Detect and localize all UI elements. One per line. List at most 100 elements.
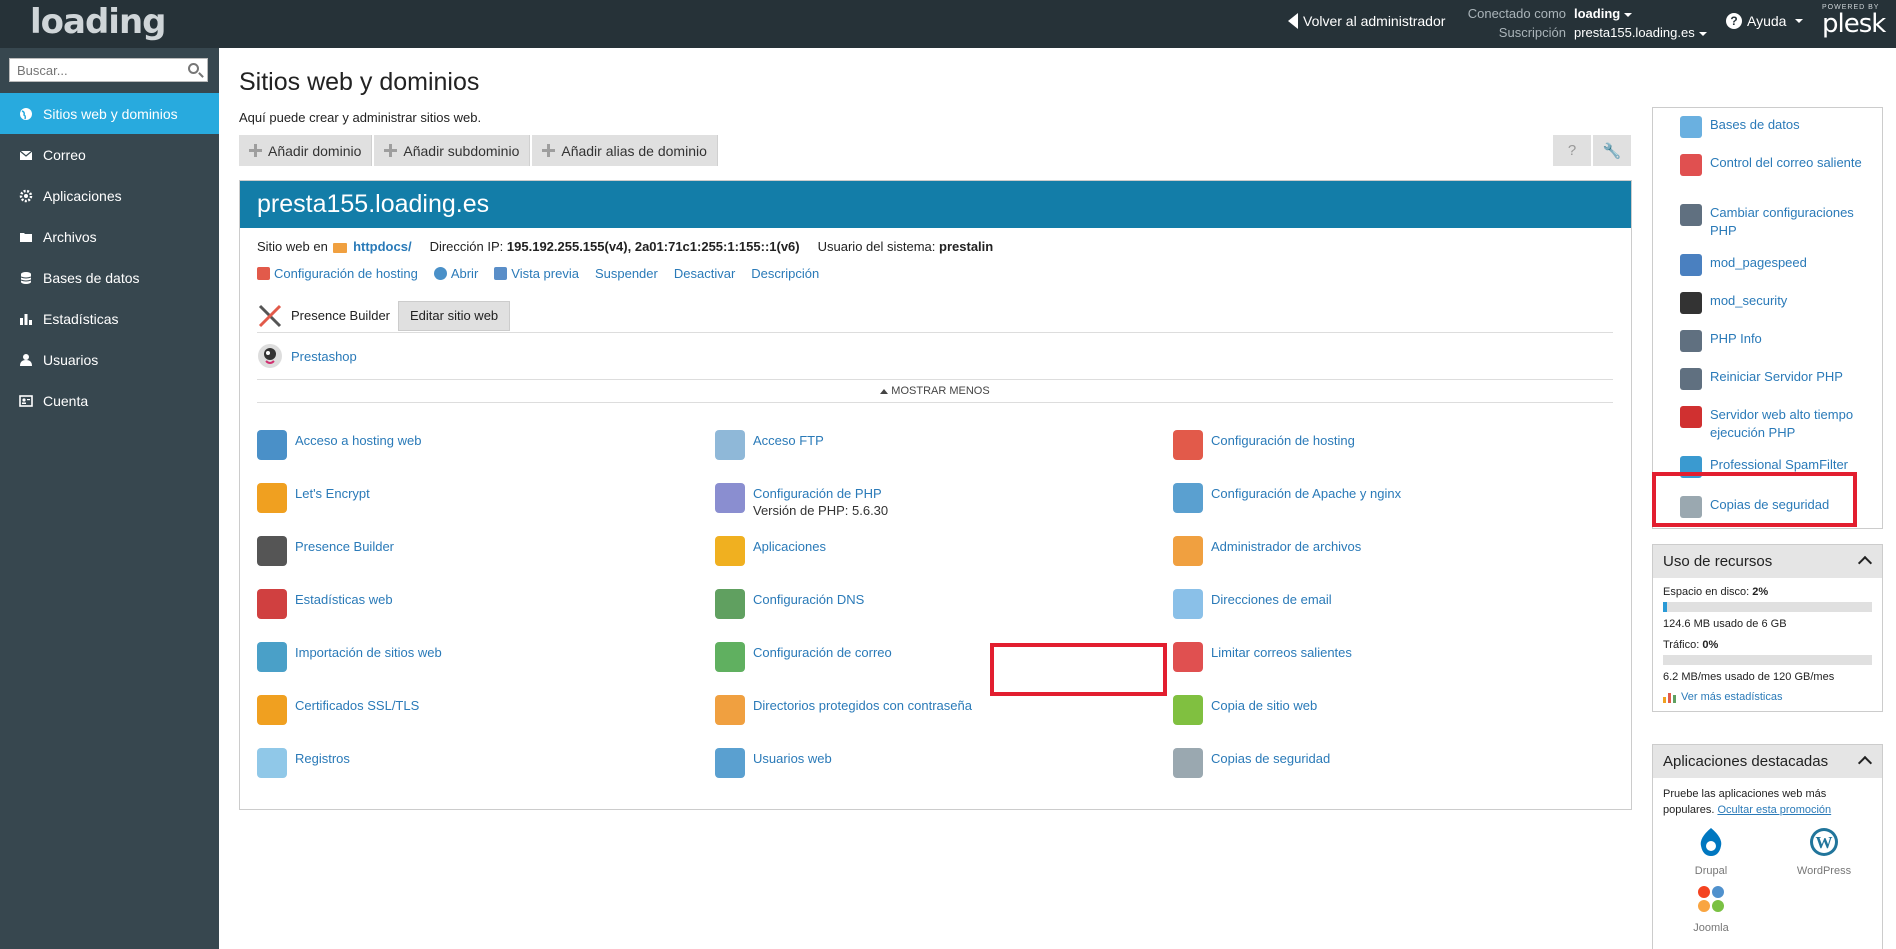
tool-label[interactable]: Copias de seguridad	[1211, 748, 1330, 768]
tool-label[interactable]: Configuración DNS	[753, 589, 864, 609]
user-icon	[20, 353, 32, 366]
tool-label[interactable]: Direcciones de email	[1211, 589, 1332, 609]
extension-link-label[interactable]: mod_pagespeed	[1710, 254, 1807, 272]
extension-link[interactable]: mod_security	[1653, 292, 1882, 320]
tool-label[interactable]: Configuración de Apache y nginx	[1211, 483, 1401, 503]
suspend-link[interactable]: Suspender	[595, 266, 658, 281]
open-link[interactable]: Abrir	[433, 266, 478, 281]
tool-item[interactable]: Registros	[257, 745, 715, 798]
sidebar-item-users[interactable]: Usuarios	[0, 339, 219, 380]
sidebar-item-databases[interactable]: Bases de datos	[0, 257, 219, 298]
tool-label[interactable]: Aplicaciones	[753, 536, 826, 556]
domain-name[interactable]: presta155.loading.es	[240, 181, 1631, 228]
add-domain-button[interactable]: Añadir dominio	[239, 135, 373, 166]
tool-item[interactable]: Acceso FTP	[715, 427, 1173, 480]
tool-label[interactable]: Limitar correos salientes	[1211, 642, 1352, 662]
tool-label[interactable]: Copia de sitio web	[1211, 695, 1317, 715]
tool-item[interactable]: Configuración de PHP Versión de PHP: 5.6.…	[715, 480, 1173, 533]
tool-label[interactable]: Administrador de archivos	[1211, 536, 1361, 556]
extension-link-label[interactable]: PHP Info	[1710, 330, 1762, 348]
tool-label[interactable]: Configuración de hosting	[1211, 430, 1355, 450]
help-menu[interactable]: ? Ayuda	[1726, 13, 1804, 29]
tool-label[interactable]: Directorios protegidos con contraseña	[753, 695, 972, 715]
sidebar-item-applications[interactable]: Aplicaciones	[0, 175, 219, 216]
description-link[interactable]: Descripción	[751, 266, 819, 281]
httpdocs-link[interactable]: httpdocs/	[353, 239, 412, 254]
tool-label[interactable]: Configuración de PHP	[753, 483, 888, 503]
subscription-dropdown[interactable]: presta155.loading.es	[1574, 23, 1707, 42]
resource-usage-header[interactable]: Uso de recursos	[1653, 545, 1882, 578]
app-drupal[interactable]: Drupal	[1671, 826, 1751, 879]
tool-item[interactable]: Estadísticas web	[257, 586, 715, 639]
shield-icon	[1680, 292, 1702, 314]
user-dropdown[interactable]: loading	[1574, 4, 1707, 23]
envelope-icon	[19, 150, 33, 160]
sidebar-item-label: Usuarios	[43, 351, 99, 368]
tool-item[interactable]: Configuración de hosting	[1173, 427, 1617, 480]
logo[interactable]: loading	[30, 2, 166, 42]
sidebar-item-files[interactable]: Archivos	[0, 216, 219, 257]
deactivate-link[interactable]: Desactivar	[674, 266, 735, 281]
search-icon[interactable]	[188, 63, 199, 74]
tool-item[interactable]: Configuración de Apache y nginx	[1173, 480, 1617, 533]
tool-item[interactable]: Let's Encrypt	[257, 480, 715, 533]
tool-item[interactable]: Aplicaciones	[715, 533, 1173, 586]
tool-item[interactable]: Copias de seguridad	[1173, 745, 1617, 798]
featured-apps-header[interactable]: Aplicaciones destacadas	[1653, 745, 1882, 778]
tool-item[interactable]: Copia de sitio web	[1173, 692, 1617, 745]
tool-label[interactable]: Registros	[295, 748, 350, 768]
sidebar-item-websites[interactable]: Sitios web y dominios	[0, 93, 219, 134]
more-stats-label[interactable]: Ver más estadísticas	[1681, 691, 1783, 703]
add-domain-alias-button[interactable]: Añadir alias de dominio	[532, 135, 718, 166]
tool-label[interactable]: Acceso FTP	[753, 430, 824, 450]
tool-label[interactable]: Configuración de correo	[753, 642, 892, 662]
sidebar-item-statistics[interactable]: Estadísticas	[0, 298, 219, 339]
back-to-admin-link[interactable]: Volver al administrador	[1288, 13, 1445, 29]
extension-link-label[interactable]: Cambiar configuraciones PHP	[1710, 204, 1882, 240]
tool-item[interactable]: Configuración DNS	[715, 586, 1173, 639]
tool-item[interactable]: Acceso a hosting web	[257, 427, 715, 480]
extension-link-label[interactable]: Control del correo saliente	[1710, 154, 1862, 172]
more-stats-link[interactable]: Ver más estadísticas	[1663, 691, 1872, 703]
extension-link[interactable]: Reiniciar Servidor PHP	[1653, 368, 1882, 396]
app-wordpress[interactable]: W WordPress	[1784, 826, 1864, 879]
tool-label[interactable]: Usuarios web	[753, 748, 832, 768]
add-subdomain-button[interactable]: Añadir subdominio	[374, 135, 531, 166]
tool-item[interactable]: Limitar correos salientes	[1173, 639, 1617, 692]
tool-label[interactable]: Let's Encrypt	[295, 483, 370, 503]
extension-link[interactable]: Control del correo saliente	[1653, 154, 1882, 194]
search-input[interactable]	[10, 59, 180, 81]
edit-website-button[interactable]: Editar sitio web	[398, 300, 511, 331]
tool-item[interactable]: Importación de sitios web	[257, 639, 715, 692]
help-button[interactable]: ?	[1553, 135, 1591, 166]
hide-promo-link[interactable]: Ocultar esta promoción	[1717, 804, 1831, 816]
extension-link[interactable]: Bases de datos	[1653, 116, 1882, 144]
tool-label[interactable]: Certificados SSL/TLS	[295, 695, 419, 715]
extension-link[interactable]: mod_pagespeed	[1653, 254, 1882, 282]
preview-link[interactable]: Vista previa	[494, 266, 579, 281]
extension-link[interactable]: Cambiar configuraciones PHP	[1653, 204, 1882, 244]
tool-label[interactable]: Importación de sitios web	[295, 642, 442, 662]
tool-item[interactable]: Certificados SSL/TLS	[257, 692, 715, 745]
tool-item[interactable]: Directorios protegidos con contraseña	[715, 692, 1173, 745]
sidebar-item-account[interactable]: Cuenta	[0, 380, 219, 421]
hosting-settings-link[interactable]: Configuración de hosting	[257, 266, 418, 281]
extension-link-label[interactable]: Bases de datos	[1710, 116, 1800, 134]
tool-item[interactable]: Administrador de archivos	[1173, 533, 1617, 586]
extension-link-label[interactable]: mod_security	[1710, 292, 1787, 310]
tool-label[interactable]: Acceso a hosting web	[295, 430, 421, 450]
app-joomla[interactable]: Joomla	[1671, 883, 1751, 936]
tool-label[interactable]: Presence Builder	[295, 536, 394, 556]
extension-link-label[interactable]: Reiniciar Servidor PHP	[1710, 368, 1843, 386]
tool-item[interactable]: Direcciones de email	[1173, 586, 1617, 639]
extension-link-label[interactable]: Servidor web alto tiempo ejecución PHP	[1710, 406, 1882, 442]
prestashop-link[interactable]: Prestashop	[291, 349, 357, 364]
tool-label[interactable]: Estadísticas web	[295, 589, 393, 609]
extension-link[interactable]: Servidor web alto tiempo ejecución PHP	[1653, 406, 1882, 446]
extension-link[interactable]: PHP Info	[1653, 330, 1882, 358]
show-less-toggle[interactable]: MOSTRAR MENOS	[257, 379, 1613, 403]
tool-item[interactable]: Usuarios web	[715, 745, 1173, 798]
tool-item[interactable]: Presence Builder	[257, 533, 715, 586]
sidebar-item-mail[interactable]: Correo	[0, 134, 219, 175]
settings-button[interactable]: 🔧	[1593, 135, 1631, 166]
